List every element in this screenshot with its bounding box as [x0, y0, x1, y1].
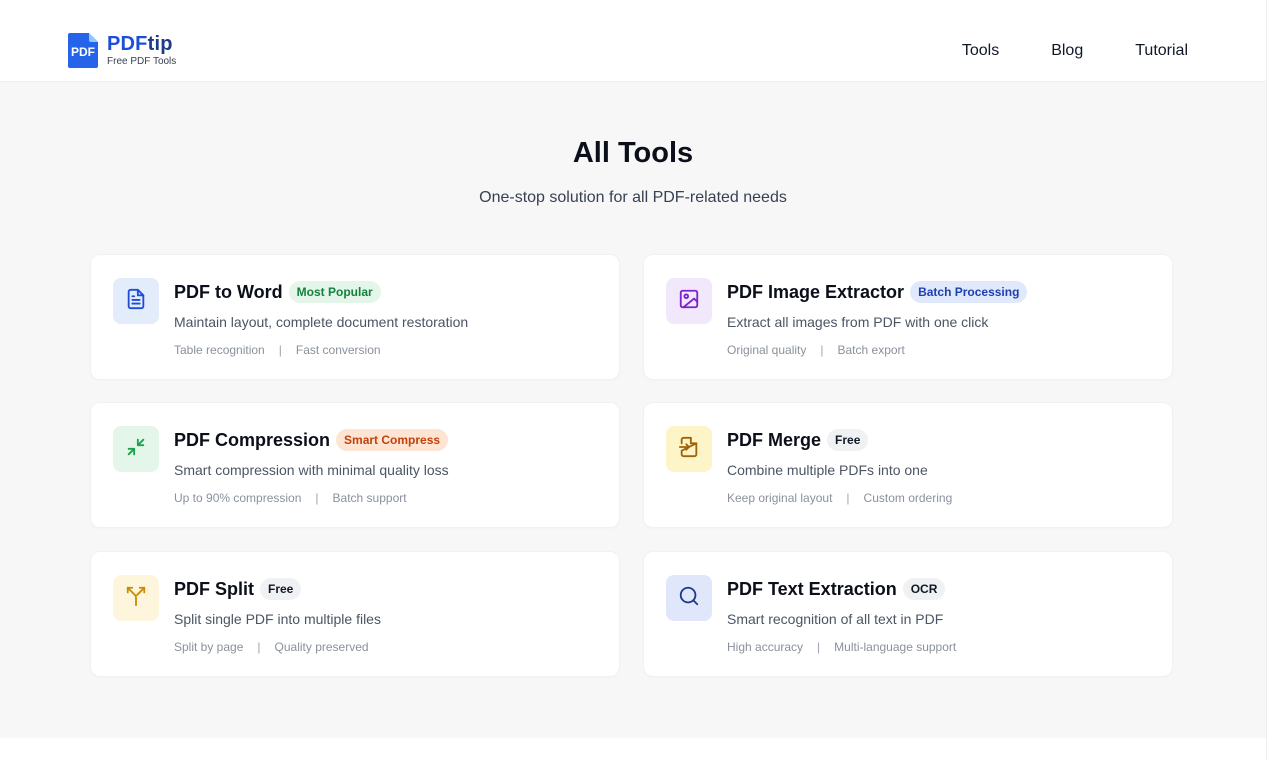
tool-name: PDF Image Extractor [727, 282, 905, 302]
page-title: All Tools [572, 137, 694, 169]
logo-name-accent: tip [147, 33, 173, 55]
pdf-logo-icon: PDF [68, 33, 98, 68]
tool-feature: Custom ordering [863, 491, 953, 505]
nav-blog[interactable]: Blog [1051, 41, 1083, 61]
tool-features: Original quality | Batch export [727, 342, 905, 358]
nav-tools[interactable]: Tools [962, 41, 999, 61]
tool-name: PDF Merge [727, 430, 822, 450]
tool-name: PDF Compression [174, 430, 331, 450]
tool-features: Up to 90% compression | Batch support [174, 490, 407, 506]
site-logo[interactable]: PDF PDFtip Free PDF Tools [68, 33, 176, 68]
tool-badge: Most Popular [288, 281, 381, 303]
tool-card-pdf-split[interactable]: PDF Split Free Split single PDF into mult… [90, 551, 620, 677]
tool-icon-box [113, 426, 159, 472]
page-bottom [0, 738, 1270, 760]
tool-badge: Smart Compress [336, 429, 449, 451]
tool-badge: OCR [902, 578, 946, 600]
feature-separator: | [278, 343, 282, 357]
compress-icon [125, 436, 147, 463]
tool-description: Maintain layout, complete document resto… [174, 314, 469, 330]
tool-feature: Multi-language support [834, 640, 957, 654]
tool-features: Keep original layout | Custom ordering [727, 490, 952, 506]
tool-icon-box [666, 575, 712, 621]
tool-icon-box [113, 278, 159, 324]
tool-card-pdf-merge[interactable]: PDF Merge Free Combine multiple PDFs into… [643, 402, 1173, 528]
tool-name: PDF Split [174, 579, 254, 599]
tool-description: Extract all images from PDF with one cli… [727, 314, 989, 330]
tool-feature: Up to 90% compression [174, 491, 302, 505]
image-icon [678, 288, 700, 315]
tool-card-pdf-text-extraction[interactable]: PDF Text Extraction OCR Smart recognition… [643, 551, 1173, 677]
site-header: PDF PDFtip Free PDF Tools Tools Blog Tut… [0, 0, 1266, 82]
logo-name-main: PDF [107, 33, 148, 55]
tool-description: Smart compression with minimal quality l… [174, 462, 449, 478]
tools-section: All Tools One-stop solution for all PDF-… [0, 82, 1266, 738]
feature-separator: | [315, 491, 319, 505]
main-nav: Tools Blog Tutorial [910, 41, 1188, 61]
tool-feature: High accuracy [727, 640, 804, 654]
tool-feature: Batch support [332, 491, 407, 505]
tool-icon-box [666, 426, 712, 472]
tool-features: Table recognition | Fast conversion [174, 342, 381, 358]
tool-feature: Quality preserved [274, 640, 369, 654]
tool-feature: Batch export [837, 343, 905, 357]
split-icon [125, 585, 147, 612]
tool-name: PDF Text Extraction [727, 579, 897, 599]
tool-feature: Fast conversion [295, 343, 381, 357]
logo-name: PDFtip [107, 33, 176, 55]
nav-tutorial[interactable]: Tutorial [1135, 41, 1188, 61]
tool-feature: Keep original layout [727, 491, 833, 505]
tool-features: High accuracy | Multi-language support [727, 639, 956, 655]
feature-separator: | [817, 640, 821, 654]
logo-badge-text: PDF [71, 45, 95, 59]
tool-description: Combine multiple PDFs into one [727, 462, 928, 478]
scrollbar-track[interactable] [1266, 0, 1270, 760]
tool-name: PDF to Word [174, 282, 283, 302]
tool-icon-box [666, 278, 712, 324]
tool-card-pdf-image-extractor[interactable]: PDF Image Extractor Batch Processing Extr… [643, 254, 1173, 380]
tool-feature: Original quality [727, 343, 807, 357]
tool-feature: Table recognition [174, 343, 265, 357]
feature-separator: | [820, 343, 824, 357]
tool-badge: Batch Processing [910, 281, 1028, 303]
tool-badge: Free [827, 429, 869, 451]
merge-file-icon [678, 436, 700, 463]
tool-description: Split single PDF into multiple files [174, 611, 381, 627]
feature-separator: | [257, 640, 261, 654]
tool-description: Smart recognition of all text in PDF [727, 611, 944, 627]
search-icon [678, 585, 700, 612]
tool-card-pdf-to-word[interactable]: PDF to Word Most Popular Maintain layout,… [90, 254, 620, 380]
feature-separator: | [846, 491, 850, 505]
document-icon [125, 288, 147, 315]
page-subtitle: One-stop solution for all PDF-related ne… [479, 189, 787, 206]
tool-icon-box [113, 575, 159, 621]
tool-feature: Split by page [174, 640, 244, 654]
tool-features: Split by page | Quality preserved [174, 639, 369, 655]
logo-tagline: Free PDF Tools [107, 56, 177, 67]
tool-card-pdf-compression[interactable]: PDF Compression Smart Compress Smart comp… [90, 402, 620, 528]
tool-badge: Free [260, 578, 302, 600]
